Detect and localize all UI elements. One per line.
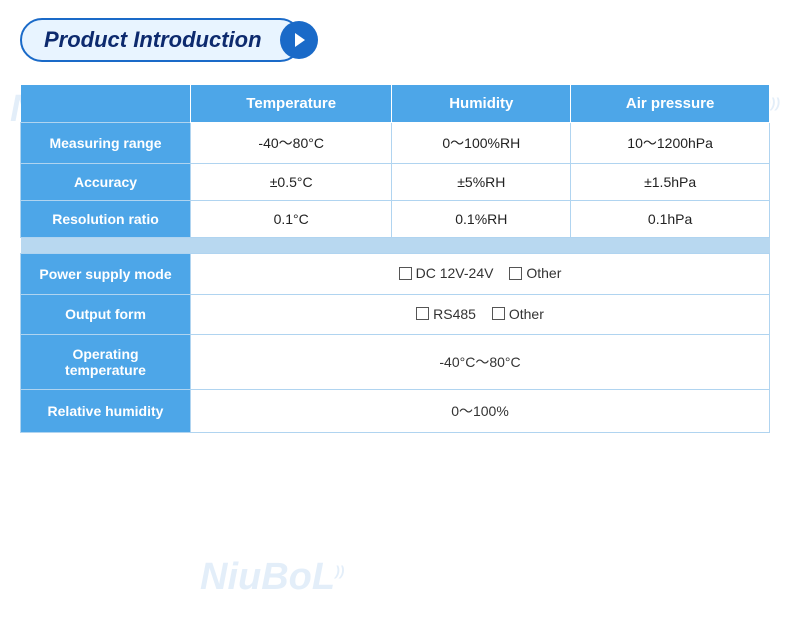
table-row: Output form RS485 Other <box>21 294 770 335</box>
checkbox-other-power[interactable]: Other <box>509 265 561 281</box>
label-power-supply: Power supply mode <box>21 254 191 295</box>
label-accuracy: Accuracy <box>21 164 191 201</box>
table-row: Accuracy ±0.5°C ±5%RH ±1.5hPa <box>21 164 770 201</box>
title-badge: Product Introduction <box>20 18 302 62</box>
table-header-row: Temperature Humidity Air pressure <box>21 85 770 123</box>
table-row: Relative humidity 0～100% <box>21 390 770 433</box>
separator-cell <box>21 238 770 254</box>
value-power-supply: DC 12V-24V Other <box>191 254 770 295</box>
checkbox-other-output[interactable]: Other <box>492 306 544 322</box>
header-air-pressure: Air pressure <box>571 85 770 123</box>
value-output-form: RS485 Other <box>191 294 770 335</box>
value-humidity-accuracy: ±5%RH <box>392 164 571 201</box>
value-operating-temp: -40°C～80°C <box>191 335 770 390</box>
checkbox-dc-box[interactable] <box>399 267 412 280</box>
label-resolution: Resolution ratio <box>21 201 191 238</box>
value-humidity-resolution: 0.1%RH <box>392 201 571 238</box>
header-empty <box>21 85 191 123</box>
value-temperature-range: -40～80°C <box>191 123 392 164</box>
label-relative-humidity: Relative humidity <box>21 390 191 433</box>
table-row: Operating temperature -40°C～80°C <box>21 335 770 390</box>
checkbox-rs485-box[interactable] <box>416 307 429 320</box>
checkbox-dc[interactable]: DC 12V-24V <box>399 265 494 281</box>
checkbox-rs485[interactable]: RS485 <box>416 306 476 322</box>
separator-row <box>21 238 770 254</box>
product-table: Temperature Humidity Air pressure Measur… <box>20 84 770 433</box>
table-row: Resolution ratio 0.1°C 0.1%RH 0.1hPa <box>21 201 770 238</box>
header-temperature: Temperature <box>191 85 392 123</box>
table-row: Power supply mode DC 12V-24V Other <box>21 254 770 295</box>
value-temperature-resolution: 0.1°C <box>191 201 392 238</box>
header-humidity: Humidity <box>392 85 571 123</box>
value-pressure-resolution: 0.1hPa <box>571 201 770 238</box>
value-temperature-accuracy: ±0.5°C <box>191 164 392 201</box>
page-wrapper: NiuBoL))) NiuBoL))) NiuBoL)) Product Int… <box>0 0 790 629</box>
label-output-form: Output form <box>21 294 191 335</box>
title-container: Product Introduction <box>20 18 770 62</box>
value-relative-humidity: 0～100% <box>191 390 770 433</box>
checkbox-other-power-box[interactable] <box>509 267 522 280</box>
checkbox-other-power-label: Other <box>526 265 561 281</box>
checkbox-other-output-box[interactable] <box>492 307 505 320</box>
page-title: Product Introduction <box>44 27 262 53</box>
checkbox-rs485-label: RS485 <box>433 306 476 322</box>
checkbox-dc-label: DC 12V-24V <box>416 265 494 281</box>
table-row: Measuring range -40～80°C 0～100%RH 10～120… <box>21 123 770 164</box>
value-pressure-range: 10～1200hPa <box>571 123 770 164</box>
value-humidity-range: 0～100%RH <box>392 123 571 164</box>
label-measuring-range: Measuring range <box>21 123 191 164</box>
watermark-bl: NiuBoL)) <box>200 556 344 599</box>
checkbox-other-output-label: Other <box>509 306 544 322</box>
value-pressure-accuracy: ±1.5hPa <box>571 164 770 201</box>
label-operating-temp: Operating temperature <box>21 335 191 390</box>
title-arrow-icon <box>280 21 318 59</box>
